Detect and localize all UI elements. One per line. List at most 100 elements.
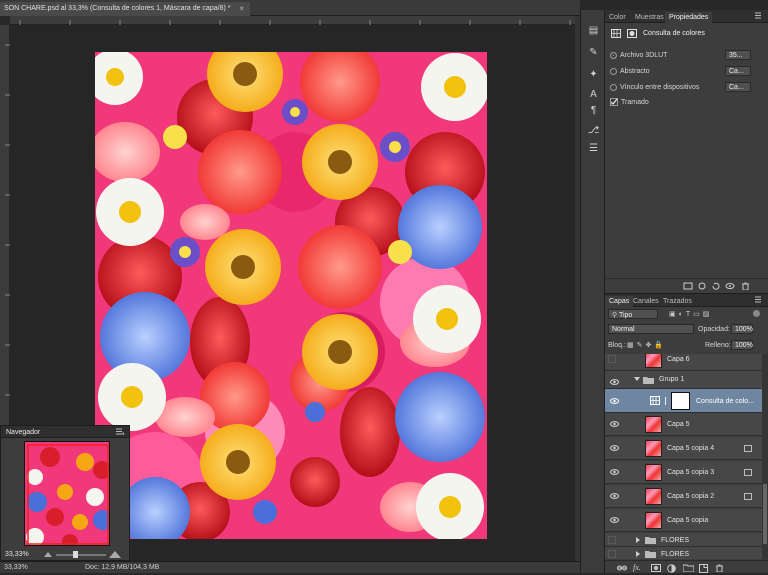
status-doc-size[interactable]: Doc: 12,9 MB/104,3 MB: [85, 564, 159, 571]
smart-object-icon: [744, 469, 752, 476]
layer-thumbnail: [645, 440, 662, 457]
history-icon[interactable]: ▤: [587, 24, 600, 37]
layer-row-selected[interactable]: Consulta de colo...: [605, 389, 762, 413]
properties-tabs: Color Muestras Propiedades: [605, 10, 768, 23]
tab-properties[interactable]: Propiedades: [665, 12, 713, 23]
visibility-off[interactable]: [608, 550, 616, 558]
blend-mode-dropdown[interactable]: Normal: [608, 324, 694, 334]
layer-row[interactable]: Capa 5 copia 3: [605, 461, 762, 484]
dropdown-device-link[interactable]: Ca...: [725, 82, 751, 92]
eye-icon[interactable]: [610, 421, 619, 427]
layer-name: Capa 5 copia 3: [667, 469, 715, 476]
zoom-slider[interactable]: [56, 554, 106, 556]
ruler-ticks: [19, 20, 571, 25]
visibility-off[interactable]: [608, 536, 616, 544]
dropdown-abstract[interactable]: Ca...: [725, 66, 751, 76]
option-dither[interactable]: Tramado: [605, 97, 768, 109]
zoom-slider-handle[interactable]: [73, 551, 78, 558]
eye-icon[interactable]: [610, 517, 619, 523]
smart-object-icon: [744, 493, 752, 500]
chevron-right-icon[interactable]: [636, 537, 641, 545]
layer-row[interactable]: Capa 5: [605, 413, 762, 436]
visibility-toggle-icon[interactable]: [725, 282, 735, 292]
menu-icon[interactable]: [754, 296, 764, 306]
menu-icon[interactable]: [754, 12, 764, 22]
link-icon[interactable]: [663, 397, 668, 407]
navigator-header: Navegador: [1, 426, 129, 438]
radio-3dlut[interactable]: [610, 52, 617, 59]
fill-field[interactable]: 100%: [731, 340, 753, 350]
filter-icons[interactable]: ▣◐T▭▨: [669, 310, 712, 318]
document-tab-title: SON CHARE.psd al 33,3% (Consulta de colo…: [4, 5, 231, 12]
adjustment-layer-icon[interactable]: [667, 564, 676, 575]
properties-title: Consulta de colores: [643, 30, 705, 37]
layer-mask-thumbnail[interactable]: [671, 392, 690, 410]
document-tab[interactable]: SON CHARE.psd al 33,3% (Consulta de colo…: [0, 2, 250, 16]
lock-icons[interactable]: ▦✎✥🔒: [627, 341, 666, 349]
reset-icon[interactable]: [711, 282, 721, 292]
visibility-off[interactable]: [608, 355, 616, 363]
zoom-value[interactable]: 33,33%: [5, 551, 29, 558]
new-layer-icon[interactable]: [699, 564, 708, 575]
layer-thumbnail: [645, 464, 662, 481]
zoom-out-icon[interactable]: [43, 550, 53, 560]
eye-icon[interactable]: [610, 398, 619, 404]
character-icon[interactable]: A: [587, 88, 600, 101]
brush-presets-icon[interactable]: ✦: [587, 68, 600, 81]
radio-abstract[interactable]: [610, 68, 617, 75]
option-device-link[interactable]: Vínculo entre dispositivos Ca...: [605, 82, 768, 94]
dither-checkbox[interactable]: [610, 98, 618, 106]
zoom-in-icon[interactable]: [109, 550, 121, 561]
clip-to-layer-icon[interactable]: [683, 282, 693, 292]
trash-icon[interactable]: [741, 282, 750, 292]
layer-group-row[interactable]: FLORES: [605, 533, 762, 547]
eye-icon[interactable]: [610, 445, 619, 451]
layers-tabs: Capas Canales Trazados: [605, 294, 768, 307]
layer-row[interactable]: Capa 5 copia: [605, 509, 762, 532]
paragraph-icon[interactable]: ¶: [587, 104, 600, 117]
tab-channels[interactable]: Canales: [629, 296, 663, 307]
layer-row[interactable]: Capa 6: [605, 354, 762, 371]
layer-name: FLORES: [661, 537, 690, 544]
tab-color[interactable]: Color: [605, 12, 630, 23]
eye-icon[interactable]: [610, 469, 619, 475]
layer-filter-dropdown[interactable]: ⚲ Tipo: [608, 309, 658, 319]
blend-row: Normal Opacidad: 100%: [605, 324, 768, 336]
layers-scroll-thumb[interactable]: [763, 484, 767, 544]
menu-icon[interactable]: [115, 428, 125, 438]
brush-icon[interactable]: ✎: [587, 46, 600, 59]
opacity-label: Opacidad:: [698, 326, 730, 333]
layers-panel: Capas Canales Trazados ⚲ Tipo ▣◐T▭▨ Norm…: [605, 293, 768, 573]
status-zoom[interactable]: 33,33%: [4, 564, 28, 571]
layer-name: Capa 5 copia 4: [667, 445, 715, 452]
layers-scrollbar[interactable]: [762, 354, 768, 559]
status-bar: 33,33% Doc: 12,9 MB/104,3 MB: [0, 561, 580, 573]
opacity-field[interactable]: 100%: [731, 324, 753, 334]
radio-device-link[interactable]: [610, 84, 617, 91]
document-canvas[interactable]: [95, 52, 487, 539]
layer-row[interactable]: Capa 5 copia 2: [605, 485, 762, 508]
adjustments-icon[interactable]: ☰: [587, 142, 600, 155]
eye-icon[interactable]: [610, 379, 619, 385]
clone-source-icon[interactable]: ⎇: [587, 124, 600, 137]
option-abstract[interactable]: Abstracto Ca...: [605, 66, 768, 78]
horizontal-ruler: [10, 16, 580, 25]
view-previous-icon[interactable]: [697, 282, 707, 292]
chevron-right-icon[interactable]: [636, 551, 641, 559]
option-3dlut[interactable]: Archivo 3DLUT 35...: [605, 50, 768, 62]
fill-label: Relleno:: [705, 342, 731, 349]
tab-swatches[interactable]: Muestras: [631, 12, 668, 23]
dropdown-3dlut[interactable]: 35...: [725, 50, 751, 60]
mask-icon[interactable]: [627, 29, 637, 40]
layer-group-row[interactable]: Grupo 1: [605, 371, 762, 389]
layer-group-row[interactable]: FLORES: [605, 547, 762, 559]
filter-toggle[interactable]: [753, 310, 760, 317]
close-icon[interactable]: ×: [239, 4, 244, 13]
navigator-thumbnail[interactable]: [24, 441, 110, 546]
navigator-title: Navegador: [6, 429, 41, 436]
eye-icon[interactable]: [610, 493, 619, 499]
tab-paths[interactable]: Trazados: [659, 296, 696, 307]
layer-row[interactable]: Capa 5 copia 4: [605, 437, 762, 460]
fx-icon[interactable]: fx.: [633, 563, 641, 572]
chevron-down-icon[interactable]: [634, 377, 640, 384]
